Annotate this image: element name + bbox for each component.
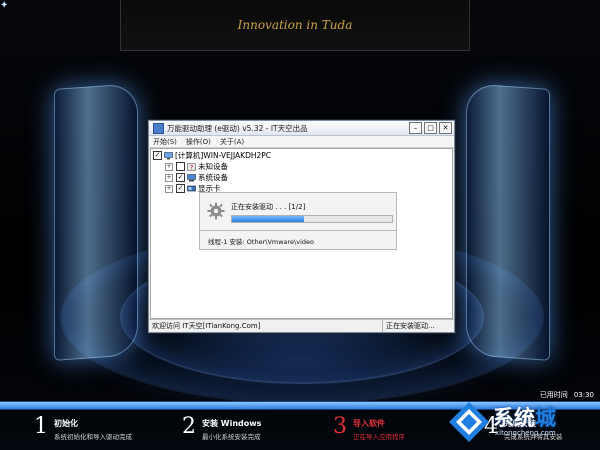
step-subtitle: 正在导入应用程序 (353, 433, 405, 441)
install-log-panel: 线程-1 安装: Other\Vmware\video (199, 230, 397, 250)
status-left: 欢迎访问 IT天空[ITianKong.Com] (149, 320, 383, 332)
watermark: 系统城 xitongcheng.com (445, 396, 600, 450)
install-progress-fill (232, 216, 304, 222)
root-checkbox[interactable]: ✓ (153, 151, 162, 160)
step-3: 3 导入软件 正在导入应用程序 (333, 414, 405, 441)
gear-icon (207, 202, 225, 220)
root-label: [计算机]WIN-VEJJAKDH2PC (175, 151, 272, 160)
step-number: 3 (333, 414, 347, 439)
status-right: 正在安装驱动... (386, 322, 435, 330)
tree-item-system[interactable]: + ✓ 系统设备 (165, 172, 228, 183)
top-banner: Innovation in Tuda (120, 0, 470, 51)
computer-icon (164, 151, 173, 159)
unknown-label: 未知设备 (198, 162, 228, 171)
watermark-text-last: 城 (535, 406, 556, 430)
system-device-icon (187, 173, 196, 181)
expand-icon[interactable]: + (165, 184, 173, 193)
right-glass-pillar (466, 83, 550, 361)
window-title: 万能驱动助理 (e驱动) v5.32 - IT天空出品 (167, 123, 308, 133)
step-number: 1 (34, 414, 48, 439)
system-label: 系统设备 (198, 173, 228, 182)
step-number: 2 (182, 414, 196, 439)
tree-item-unknown[interactable]: + ? 未知设备 (165, 161, 228, 172)
corner-sparkle-icon: ✦ (0, 0, 9, 11)
install-log-text: 线程-1 安装: Other\Vmware\video (208, 238, 314, 246)
display-card-icon (187, 185, 196, 191)
step-1: 1 初始化 系统初始化和导入驱动完成 (34, 414, 132, 441)
watermark-url: xitongcheng.com (495, 429, 556, 437)
watermark-logo-icon (449, 402, 489, 442)
app-icon (153, 122, 164, 134)
watermark-text: 系统城 (493, 402, 556, 432)
menu-about[interactable]: 关于(A) (220, 137, 244, 147)
step-title: 导入软件 (353, 419, 385, 428)
svg-text:?: ? (190, 164, 193, 171)
step-subtitle: 系统初始化和导入驱动完成 (54, 433, 132, 441)
banner-text: Innovation in Tuda (237, 18, 353, 32)
step-title: 初始化 (54, 419, 78, 428)
close-button[interactable]: ✕ (439, 122, 452, 134)
status-bar: 欢迎访问 IT天空[ITianKong.Com] 正在安装驱动... (149, 319, 454, 332)
menu-operate[interactable]: 操作(O) (186, 137, 211, 147)
install-progress-panel: 正在安装驱动 . . . [1/2] (199, 192, 397, 232)
display-checkbox[interactable]: ✓ (176, 184, 185, 193)
left-glass-pillar (54, 83, 138, 361)
step-title: 安装 Windows (202, 419, 262, 428)
unknown-checkbox[interactable] (176, 162, 185, 171)
minimize-button[interactable]: – (409, 122, 422, 134)
step-2: 2 安装 Windows 最小化系统安装完成 (182, 414, 261, 441)
expand-icon[interactable]: + (165, 173, 173, 182)
system-checkbox[interactable]: ✓ (176, 173, 185, 182)
install-progress-bar (231, 215, 393, 223)
title-bar[interactable]: 万能驱动助理 (e驱动) v5.32 - IT天空出品 – □ ✕ (149, 121, 454, 136)
menu-start[interactable]: 开始(S) (153, 137, 177, 147)
step-subtitle: 最小化系统安装完成 (202, 433, 261, 441)
install-progress-text: 正在安装驱动 . . . [1/2] (231, 203, 306, 211)
menu-bar: 开始(S) 操作(O) 关于(A) (149, 136, 454, 148)
tree-root[interactable]: ✓ [计算机]WIN-VEJJAKDH2PC (153, 150, 271, 161)
watermark-text-main: 系统 (493, 406, 535, 430)
unknown-device-icon: ? (187, 162, 196, 171)
maximize-button[interactable]: □ (424, 122, 437, 134)
expand-icon[interactable]: + (165, 162, 173, 171)
